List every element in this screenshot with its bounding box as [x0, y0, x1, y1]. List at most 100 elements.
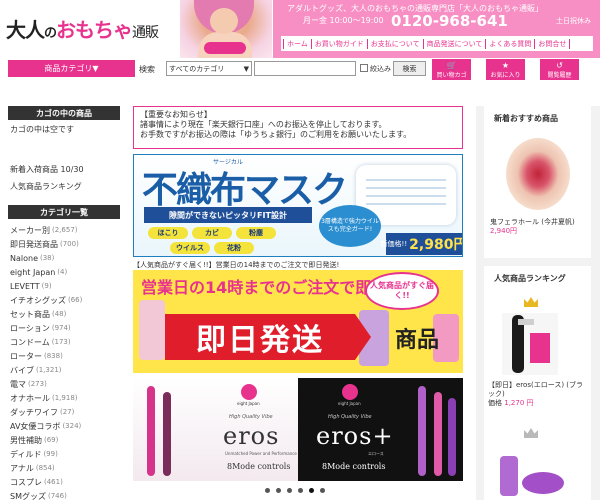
- mask-banner[interactable]: 不織布マスク サージカル 隙間ができないピッタリFIT設計 ほこり カビ 粉塵 …: [133, 154, 463, 257]
- category-name: アナル: [10, 463, 34, 473]
- favorites-button[interactable]: ★ お気に入り: [486, 59, 525, 80]
- carousel-dot[interactable]: [265, 488, 270, 493]
- carousel-dot[interactable]: [309, 488, 314, 493]
- category-count: (746): [47, 492, 67, 500]
- eros-banner[interactable]: eight Japan High Quality Vibe eros Unmat…: [133, 378, 463, 481]
- search-button[interactable]: 検索: [393, 61, 426, 76]
- category-item[interactable]: イチオシグッズ (66): [8, 293, 120, 307]
- category-item[interactable]: オナホール (1,918): [8, 391, 120, 405]
- category-item[interactable]: Nalone (38): [8, 251, 120, 265]
- category-count: (48): [52, 310, 67, 318]
- carousel-dot[interactable]: [287, 488, 292, 493]
- cart-button-label: 買い物カゴ: [436, 71, 467, 79]
- eros-hq: High Quality Vibe: [328, 414, 372, 420]
- new-product-image[interactable]: [506, 138, 570, 210]
- category-item[interactable]: ダッチワイフ (27): [8, 405, 120, 419]
- mask-price: 2,980円: [409, 237, 463, 253]
- carousel-dot[interactable]: [298, 488, 303, 493]
- rank-1-name[interactable]: 【即日】eros(エロース) (ブラック): [488, 381, 588, 399]
- product-image: [139, 300, 165, 360]
- new-product-info: 鬼フェラホール (今井夏帆) 2,940円: [490, 218, 588, 236]
- eros-name-right: eros+: [316, 422, 394, 450]
- business-hours: 月ー金 10:00～19:00: [303, 16, 384, 25]
- category-select-value: すべてのカテゴリ: [169, 64, 225, 73]
- category-item[interactable]: SMグッズ (746): [8, 489, 120, 503]
- category-item[interactable]: コスプレ (461): [8, 475, 120, 489]
- category-item[interactable]: AV女優コラボ (324): [8, 419, 120, 433]
- nav-shipping[interactable]: 商品発送について: [422, 38, 486, 49]
- category-item[interactable]: 電マ (273): [8, 377, 120, 391]
- category-count: (38): [40, 254, 55, 262]
- mask-chip: カビ: [192, 227, 232, 239]
- category-count: (1,918): [52, 394, 78, 402]
- important-notice: 【重要なお知らせ】 諸事情により現在「楽天銀行口座」へのお振込を停止しております…: [133, 106, 463, 149]
- carousel-dot[interactable]: [320, 488, 325, 493]
- eight-japan-logo: [342, 384, 358, 400]
- category-item[interactable]: バイブ (1,321): [8, 363, 120, 377]
- cart-icon: 🛒: [446, 60, 457, 70]
- search-input[interactable]: [254, 61, 356, 76]
- rank-1-price: 1,270 円: [504, 399, 534, 407]
- logo-no: の: [44, 26, 57, 41]
- category-item[interactable]: アナル (854): [8, 461, 120, 475]
- nav-contact[interactable]: お問合せ: [534, 38, 571, 49]
- category-item[interactable]: ディルド (99): [8, 447, 120, 461]
- new-items-link[interactable]: 新着入荷商品 10/30: [8, 161, 120, 178]
- phone-number[interactable]: 0120-968-641: [391, 12, 508, 30]
- category-count: (273): [28, 380, 47, 388]
- search-label: 検索: [139, 65, 155, 74]
- mask-chip: 粉塵: [236, 227, 276, 239]
- logo-brand: おもちゃ: [56, 18, 133, 42]
- eros-mode: 8Mode controls: [322, 462, 386, 471]
- category-menu-button[interactable]: 商品カテゴリ▼: [8, 60, 135, 77]
- carousel-dot[interactable]: [276, 488, 281, 493]
- category-heading: カテゴリ一覧: [8, 205, 120, 219]
- category-name: eight Japan: [10, 267, 56, 277]
- category-item[interactable]: LEVETT (9): [8, 279, 120, 293]
- category-name: バイブ: [10, 365, 34, 375]
- category-item[interactable]: eight Japan (4): [8, 265, 120, 279]
- category-select[interactable]: すべてのカテゴリ ▼: [166, 61, 252, 76]
- same-day-shipping-banner[interactable]: 営業日の14時までのご注文で即日発送! 人気商品がすぐ届く!! 即日発送 商品: [133, 270, 463, 373]
- category-name: 電マ: [10, 379, 26, 389]
- nav-home[interactable]: ホーム: [283, 38, 311, 49]
- eros-hq: High Quality Vibe: [229, 414, 273, 420]
- nav-faq[interactable]: よくある質問: [485, 38, 534, 49]
- rank-2-product-image[interactable]: [492, 448, 568, 500]
- new-product-price: 2,940円: [490, 227, 518, 235]
- category-item[interactable]: ローション (974): [8, 321, 120, 335]
- ranking-heading: 人気商品ランキング: [494, 273, 566, 283]
- right-sidebar: 新着おすすめ商品 鬼フェラホール (今井夏帆) 2,940円 人気商品ランキング…: [476, 106, 600, 500]
- category-count: (69): [44, 436, 59, 444]
- ship-banner-band: 即日発送: [165, 314, 355, 360]
- search-toolbar: 商品カテゴリ▼ 検索 すべてのカテゴリ ▼ 絞込み 検索 🛒 買い物カゴ ★ お…: [0, 58, 600, 80]
- nav-payment[interactable]: お支払について: [366, 38, 423, 49]
- ranking-link[interactable]: 人気商品ランキング: [8, 178, 120, 195]
- site-logo[interactable]: 大人のおもちゃ通販: [6, 14, 159, 43]
- ship-band-arrow: [355, 314, 371, 360]
- cart-button[interactable]: 🛒 買い物カゴ: [432, 59, 471, 80]
- category-item[interactable]: ローター (838): [8, 349, 120, 363]
- mask-banner-tagline: 隙間ができないピッタリFIT設計: [144, 207, 312, 223]
- category-item[interactable]: 即日発送商品 (700): [8, 237, 120, 251]
- narrow-checkbox[interactable]: [360, 64, 368, 72]
- category-name: イチオシグッズ: [10, 295, 66, 305]
- category-count: (9): [41, 282, 52, 290]
- closed-days: 土日祝休み: [556, 17, 591, 25]
- category-item[interactable]: セット商品 (48): [8, 307, 120, 321]
- nav-shopping-guide[interactable]: お買い物ガイド: [310, 38, 367, 49]
- category-item[interactable]: メーカー別 (2,657): [8, 223, 120, 237]
- new-product-name[interactable]: 鬼フェラホール (今井夏帆) 2,940円: [490, 218, 588, 236]
- rank-1-product-image[interactable]: [502, 313, 558, 375]
- category-count: (854): [35, 464, 55, 472]
- eight-japan-logo: [241, 384, 257, 400]
- logo-main: 大人: [6, 18, 45, 42]
- star-icon: ★: [501, 60, 510, 70]
- category-item[interactable]: 男性補助 (69): [8, 433, 120, 447]
- left-sidebar: カゴの中の商品 カゴの中は空です 新着入荷商品 10/30 人気商品ランキング …: [8, 106, 120, 503]
- category-name: オナホール: [10, 393, 50, 403]
- ship-banner-caption: 【人気商品がすぐ届く!!】営業日の14時までのご注文で即日発送!: [133, 261, 340, 269]
- category-item[interactable]: コンドーム (173): [8, 335, 120, 349]
- history-button[interactable]: ↺ 閲覧履歴: [540, 59, 579, 80]
- chevron-down-icon: ▼: [243, 64, 249, 73]
